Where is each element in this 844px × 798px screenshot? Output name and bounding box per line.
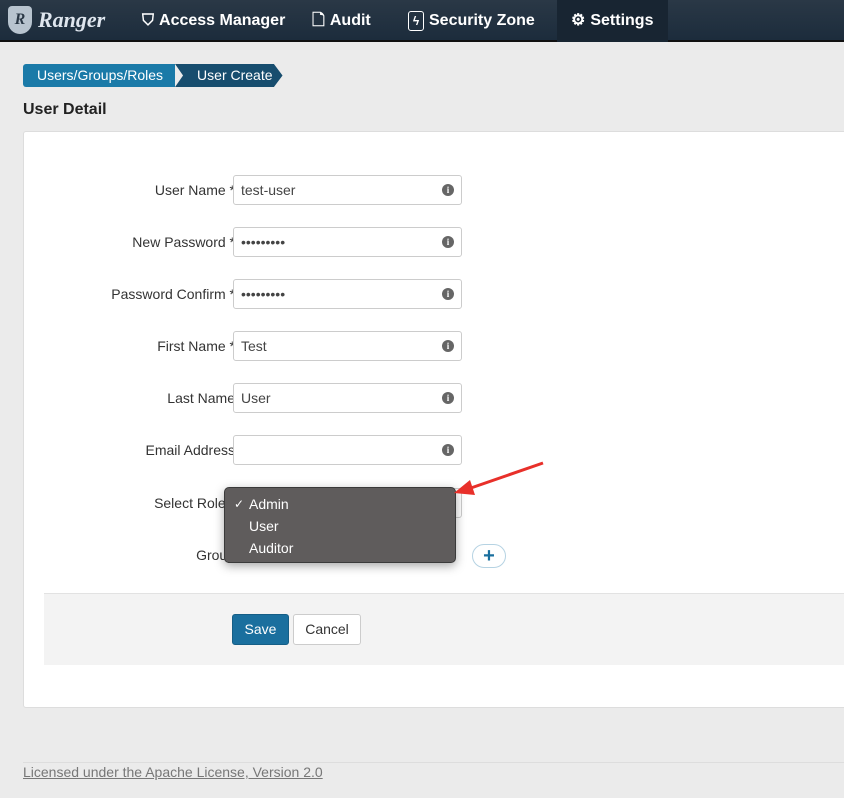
- add-group-button[interactable]: +: [472, 544, 506, 568]
- user-form-panel: User Name * test-user i New Password * ••••…: [23, 131, 844, 708]
- checkmark-icon: ✓: [234, 497, 245, 511]
- role-option-admin[interactable]: ✓ Admin: [225, 493, 455, 515]
- row-last-name: Last Name User i: [24, 383, 494, 413]
- nav-settings[interactable]: ⚙ Settings: [557, 0, 668, 42]
- info-icon[interactable]: i: [442, 340, 454, 352]
- label: Password Confirm *: [111, 286, 235, 302]
- breadcrumb-user-create: User Create: [175, 64, 283, 87]
- password-confirm-input[interactable]: ••••••••• i: [233, 279, 462, 309]
- footer-divider: [23, 762, 844, 763]
- nav-label: Settings: [590, 12, 654, 29]
- nav-label: Security Zone: [429, 12, 535, 29]
- value: •••••••••: [241, 286, 286, 302]
- info-icon[interactable]: i: [442, 184, 454, 196]
- file-icon: 🗋: [312, 12, 325, 29]
- row-first-name: First Name * Test i: [24, 331, 494, 361]
- nav-label: Access Manager: [159, 12, 286, 29]
- option-label: Admin: [249, 496, 289, 512]
- role-dropdown-menu: ✓ Admin User Auditor: [224, 487, 456, 563]
- info-icon[interactable]: i: [442, 288, 454, 300]
- nav-access-manager[interactable]: ⛉ Access Manager: [128, 0, 299, 42]
- label: New Password *: [132, 234, 235, 250]
- email-input[interactable]: i: [233, 435, 462, 465]
- form-actions: Save Cancel: [44, 593, 844, 665]
- row-user-name: User Name * test-user i: [24, 175, 494, 205]
- value: Test: [241, 338, 267, 354]
- top-navbar: R Ranger ⛉ Access Manager 🗋 Audit ϟ Security…: [0, 0, 844, 42]
- option-label: Auditor: [249, 540, 294, 556]
- value: •••••••••: [241, 234, 286, 250]
- nav-label: Audit: [329, 12, 371, 29]
- license-link[interactable]: Licensed under the Apache License, Versi…: [23, 764, 323, 780]
- page-title: User Detail: [23, 101, 107, 118]
- row-email: Email Address i: [24, 435, 494, 465]
- info-icon[interactable]: i: [442, 392, 454, 404]
- gear-icon: ⚙: [571, 12, 586, 29]
- brand-name: Ranger: [38, 7, 106, 32]
- breadcrumb-users-groups-roles[interactable]: Users/Groups/Roles: [23, 64, 176, 87]
- annotation-arrow-icon: [454, 461, 544, 495]
- role-option-user[interactable]: User: [225, 515, 455, 537]
- label: Last Name: [167, 390, 235, 406]
- ranger-logo-icon: R: [8, 6, 32, 34]
- last-name-input[interactable]: User i: [233, 383, 462, 413]
- option-label: User: [249, 518, 279, 534]
- shield-icon: ⛉: [142, 12, 155, 29]
- cancel-button[interactable]: Cancel: [293, 614, 361, 645]
- first-name-input[interactable]: Test i: [233, 331, 462, 361]
- save-button[interactable]: Save: [232, 614, 289, 645]
- user-name-input[interactable]: test-user i: [233, 175, 462, 205]
- role-option-auditor[interactable]: Auditor: [225, 537, 455, 559]
- value: test-user: [241, 182, 296, 198]
- label: Email Address: [145, 442, 235, 458]
- nav-audit[interactable]: 🗋 Audit: [298, 0, 385, 42]
- info-icon[interactable]: i: [442, 236, 454, 248]
- value: User: [241, 390, 271, 406]
- breadcrumb: Users/Groups/Roles User Create: [23, 64, 283, 87]
- label: First Name *: [157, 338, 235, 354]
- label: Select Role *: [154, 495, 235, 511]
- row-password-confirm: Password Confirm * ••••••••• i: [24, 279, 494, 309]
- nav-security-zone[interactable]: ϟ Security Zone: [394, 0, 549, 42]
- brand-logo[interactable]: R Ranger: [8, 6, 105, 34]
- label: User Name *: [154, 182, 235, 198]
- new-password-input[interactable]: ••••••••• i: [233, 227, 462, 257]
- lightning-icon: ϟ: [408, 11, 424, 31]
- row-new-password: New Password * ••••••••• i: [24, 227, 494, 257]
